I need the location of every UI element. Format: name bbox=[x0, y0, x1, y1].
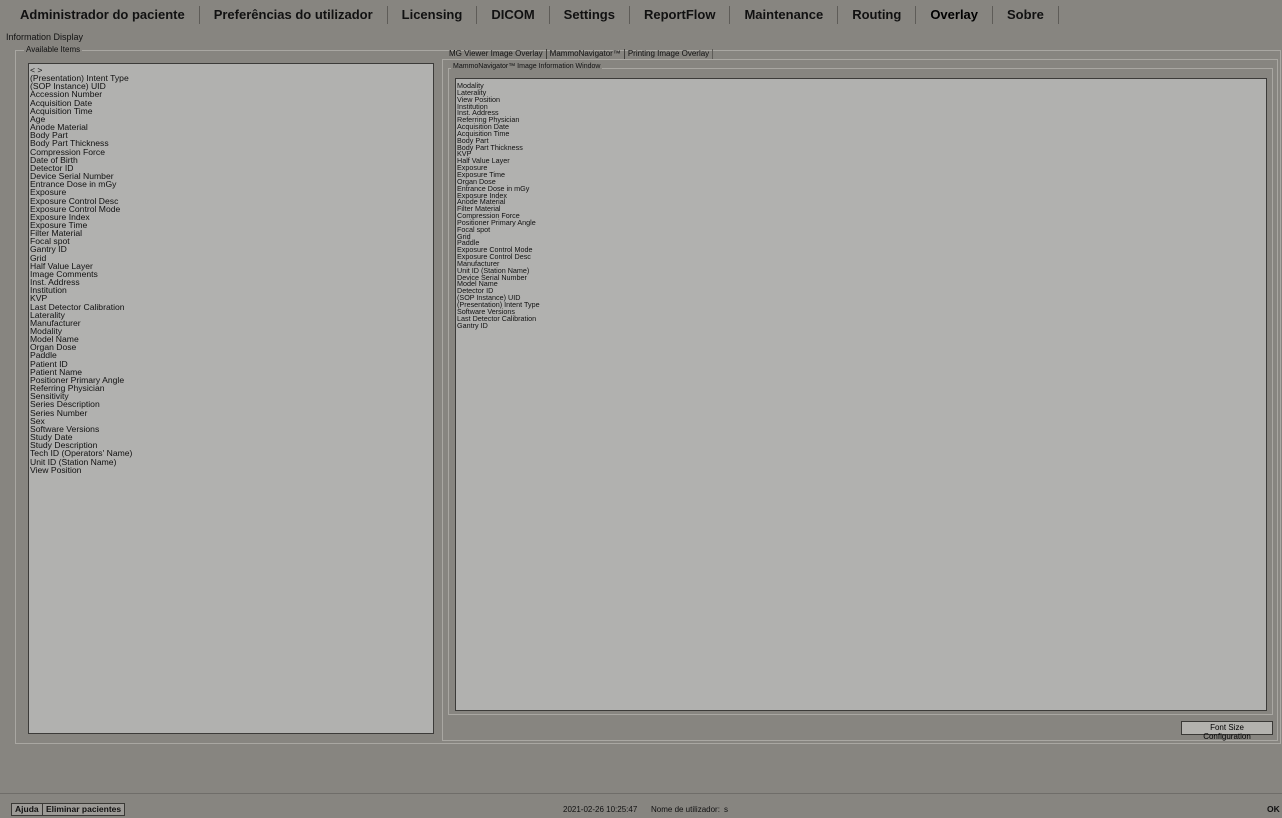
datetime-display: 2021-02-26 10:25:47 bbox=[563, 805, 638, 814]
info-window-item[interactable]: Entrance Dose in mGy bbox=[457, 185, 1265, 193]
info-window-item[interactable]: Filter Material bbox=[457, 205, 1265, 213]
available-item[interactable]: Gantry ID bbox=[30, 245, 432, 254]
info-window-item[interactable]: Grid bbox=[457, 233, 1265, 241]
available-item[interactable]: Exposure Control Mode bbox=[30, 204, 432, 213]
available-item[interactable]: Software Versions bbox=[30, 424, 432, 433]
info-window-label: MammoNavigator™ Image Information Window bbox=[451, 63, 603, 70]
info-window-item[interactable]: Half Value Layer bbox=[457, 157, 1265, 165]
available-item[interactable]: Age bbox=[30, 115, 432, 124]
info-window-item[interactable]: Modality bbox=[457, 82, 1265, 90]
info-window-item[interactable]: (SOP Instance) UID bbox=[457, 294, 1265, 302]
delete-patients-button[interactable]: Eliminar pacientes bbox=[42, 803, 126, 816]
info-window-item[interactable]: Detector ID bbox=[457, 287, 1265, 295]
info-window-item[interactable]: KVP bbox=[457, 150, 1265, 158]
available-item[interactable]: Exposure Time bbox=[30, 221, 432, 230]
username-label: Nome de utilizador: bbox=[651, 805, 720, 814]
info-window-item[interactable]: Body Part bbox=[457, 137, 1265, 145]
info-window-item[interactable]: Anode Material bbox=[457, 198, 1265, 206]
tab-printing-overlay[interactable]: Printing Image Overlay bbox=[625, 49, 714, 59]
menu-settings[interactable]: Settings bbox=[550, 6, 630, 24]
info-window-item[interactable]: Body Part Thickness bbox=[457, 144, 1265, 152]
info-window-item[interactable]: Last Detector Calibration bbox=[457, 315, 1265, 323]
help-button[interactable]: Ajuda bbox=[11, 803, 43, 816]
menu-patient-admin[interactable]: Administrador do paciente bbox=[0, 6, 200, 24]
info-window-item[interactable]: Compression Force bbox=[457, 212, 1265, 220]
menu-overlay[interactable]: Overlay bbox=[916, 6, 994, 24]
info-window-item[interactable]: Manufacturer bbox=[457, 260, 1265, 268]
tab-mammonavigator[interactable]: MammoNavigator™ bbox=[547, 49, 625, 59]
info-window-item[interactable]: Unit ID (Station Name) bbox=[457, 267, 1265, 275]
info-window-item[interactable]: Device Serial Number bbox=[457, 274, 1265, 282]
section-title: Information Display bbox=[6, 32, 84, 42]
info-window-item[interactable]: Exposure Control Mode bbox=[457, 246, 1265, 254]
available-item[interactable]: Acquisition Time bbox=[30, 106, 432, 115]
available-item[interactable]: View Position bbox=[30, 465, 432, 474]
available-item[interactable]: Last Detector Calibration bbox=[30, 302, 432, 311]
info-window-item[interactable]: Exposure Index bbox=[457, 191, 1265, 200]
info-window-item[interactable]: Model Name bbox=[457, 280, 1265, 288]
info-window-item[interactable]: Software Versions bbox=[457, 308, 1265, 316]
info-window-item[interactable]: Exposure bbox=[457, 164, 1265, 172]
info-window-item[interactable]: Laterality bbox=[457, 89, 1265, 97]
available-item[interactable]: Filter Material bbox=[30, 229, 432, 238]
available-item[interactable]: Date of Birth bbox=[30, 155, 432, 164]
info-window-item[interactable]: Organ Dose bbox=[457, 178, 1265, 186]
available-item[interactable]: Entrance Dose in mGy bbox=[30, 180, 432, 189]
overlay-tabs: MG Viewer Image Overlay MammoNavigator™ … bbox=[446, 49, 714, 59]
info-window-item[interactable]: Focal spot bbox=[457, 226, 1265, 234]
available-items-list[interactable]: < > (Presentation) Intent Type (SOP Instan… bbox=[28, 63, 434, 734]
available-item[interactable]: Series Number bbox=[30, 408, 432, 417]
info-window-item[interactable]: Exposure Control Desc bbox=[457, 253, 1265, 261]
tab-mg-viewer-overlay[interactable]: MG Viewer Image Overlay bbox=[446, 49, 547, 59]
info-window-item[interactable]: Paddle bbox=[457, 239, 1265, 247]
menu-licensing[interactable]: Licensing bbox=[388, 6, 478, 24]
info-window-item[interactable]: Acquisition Time bbox=[457, 130, 1265, 138]
available-item[interactable]: Focal spot bbox=[30, 237, 432, 246]
available-item[interactable]: Paddle bbox=[30, 351, 432, 360]
available-item[interactable]: Image Comments bbox=[30, 270, 432, 279]
menu-about[interactable]: Sobre bbox=[993, 6, 1059, 24]
available-item[interactable]: Model Name bbox=[30, 335, 432, 344]
info-window-item[interactable]: View Position bbox=[457, 96, 1265, 104]
available-item[interactable]: Modality bbox=[30, 327, 432, 336]
info-window-list[interactable]: Modality Laterality View Position Instituti… bbox=[455, 78, 1267, 711]
available-item[interactable]: Patient ID bbox=[30, 359, 432, 368]
menu-user-preferences[interactable]: Preferências do utilizador bbox=[200, 6, 388, 24]
available-item[interactable]: Series Description bbox=[30, 400, 432, 409]
available-items-label: Available Items bbox=[24, 45, 83, 54]
available-item[interactable]: Organ Dose bbox=[30, 343, 432, 352]
status-bar: Ajuda Eliminar pacientes 2021-02-26 10:2… bbox=[0, 793, 1282, 818]
username-value: s bbox=[724, 805, 728, 814]
info-window-item[interactable]: Positioner Primary Angle bbox=[457, 219, 1265, 227]
info-window-item[interactable]: Gantry ID bbox=[457, 322, 1265, 330]
available-item[interactable]: Inst. Address bbox=[30, 278, 432, 287]
info-window-item[interactable]: Institution bbox=[457, 103, 1265, 111]
menu-maintenance[interactable]: Maintenance bbox=[730, 6, 839, 24]
available-item[interactable]: Unit ID (Station Name) bbox=[30, 457, 432, 466]
available-item[interactable]: Manufacturer bbox=[30, 318, 432, 327]
info-window-item[interactable]: (Presentation) Intent Type bbox=[457, 301, 1265, 309]
font-size-configuration-button[interactable]: Font Size Configuration bbox=[1181, 721, 1273, 741]
available-item[interactable]: Laterality bbox=[30, 310, 432, 319]
menu-dicom[interactable]: DICOM bbox=[477, 6, 550, 24]
available-item[interactable]: Exposure Index bbox=[30, 212, 432, 221]
info-window-item[interactable]: Referring Physician bbox=[457, 116, 1265, 124]
available-item[interactable]: Referring Physician bbox=[30, 384, 432, 393]
menu-routing[interactable]: Routing bbox=[838, 6, 917, 24]
menu-reportflow[interactable]: ReportFlow bbox=[630, 6, 731, 24]
ok-button[interactable]: OK bbox=[1264, 804, 1282, 817]
info-window-item[interactable]: Inst. Address bbox=[457, 109, 1265, 117]
available-item[interactable]: Institution bbox=[30, 286, 432, 295]
info-window-item[interactable]: Exposure Time bbox=[457, 171, 1265, 179]
available-item[interactable]: Anode Material bbox=[30, 123, 432, 132]
available-item[interactable]: Compression Force bbox=[30, 147, 432, 156]
menu-bar: Administrador do paciente Preferências d… bbox=[0, 0, 1282, 30]
info-window-item[interactable]: Acquisition Date bbox=[457, 123, 1265, 131]
